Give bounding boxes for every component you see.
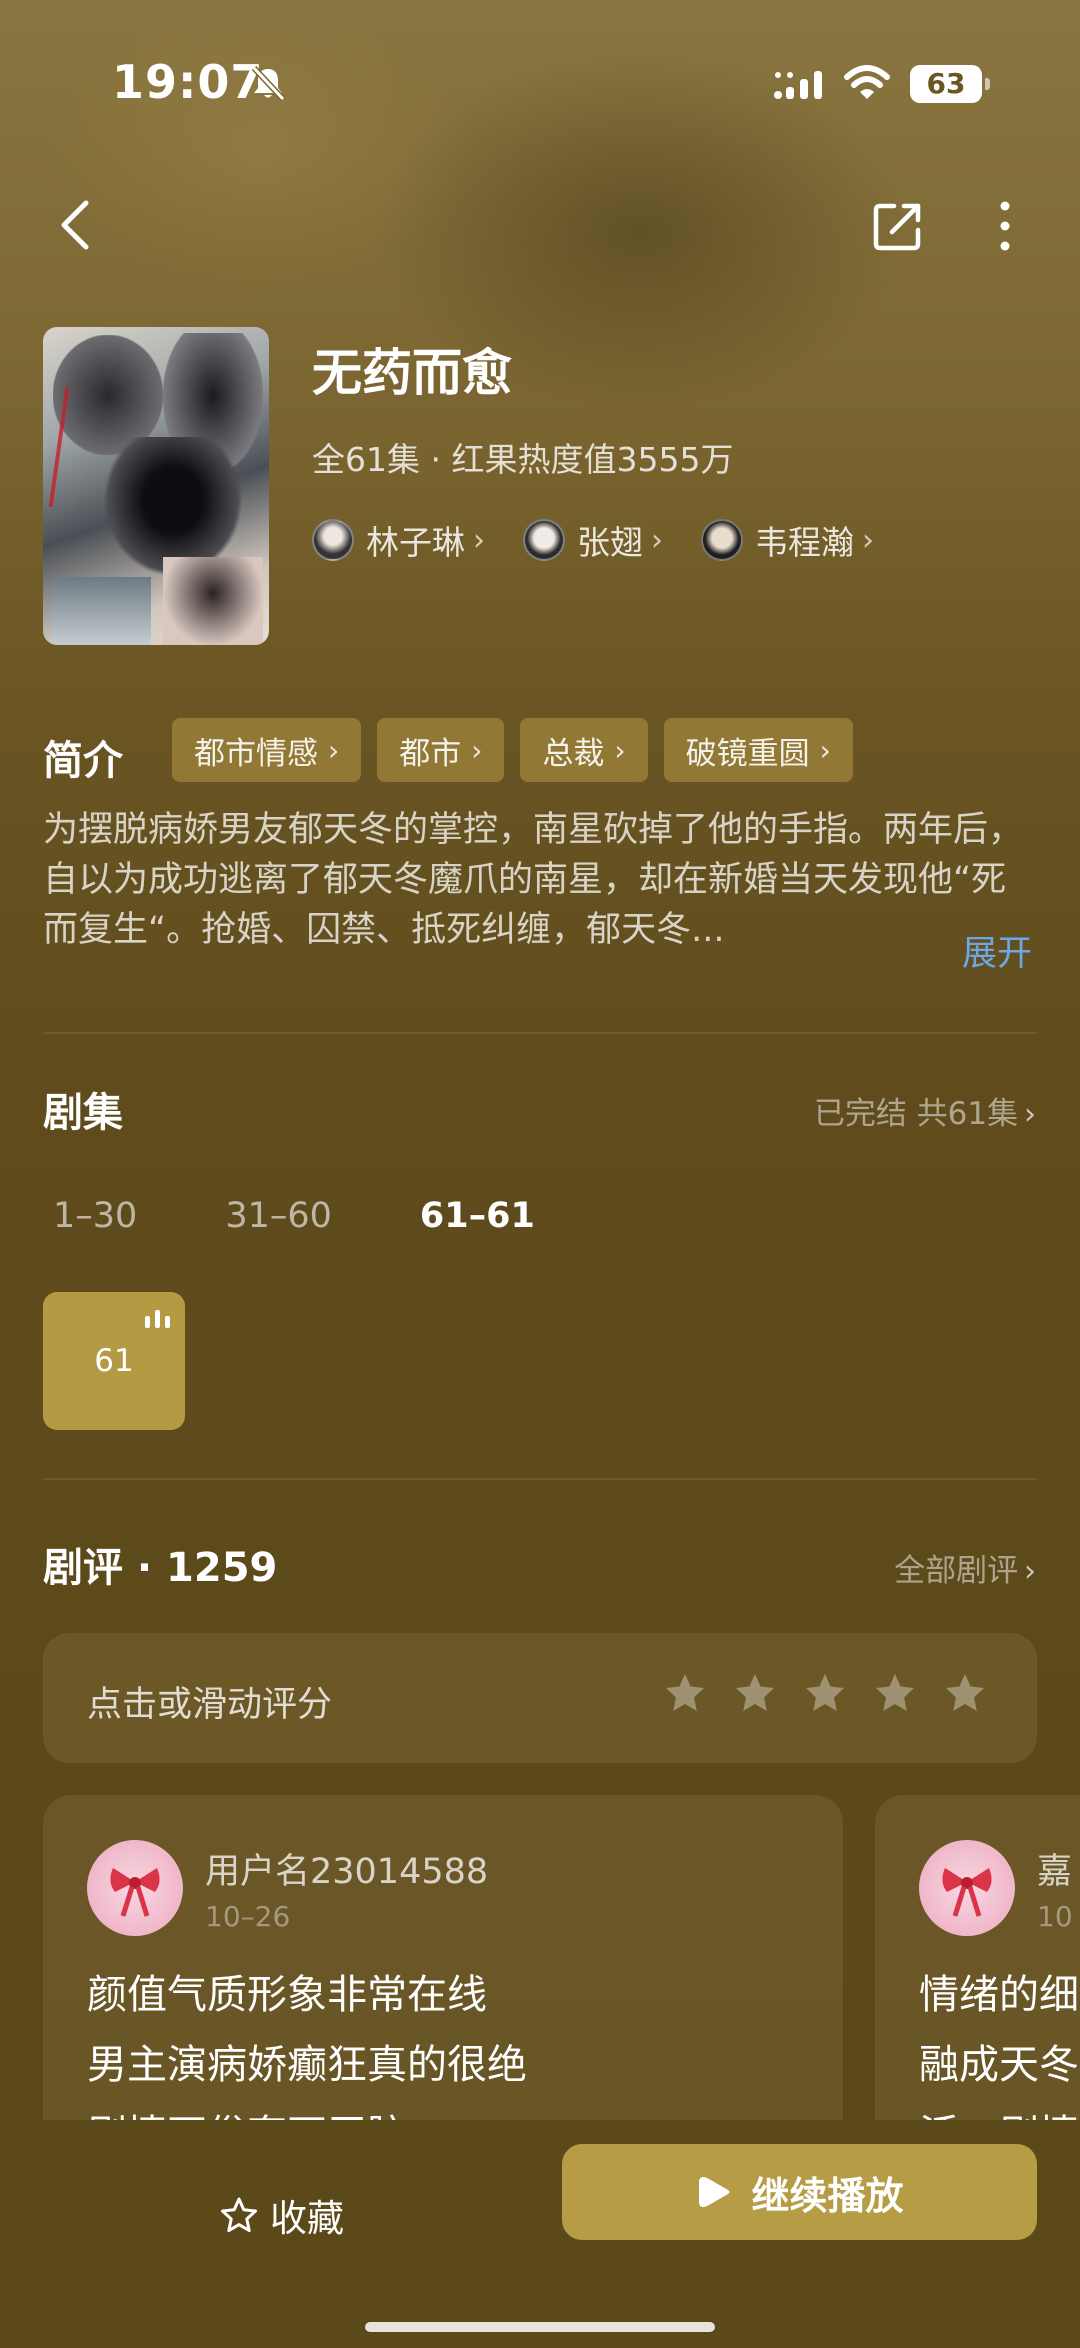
cast-item[interactable]: 林子琳 › [312, 515, 485, 565]
bow-icon [110, 1868, 160, 1917]
chevron-right-icon: › [471, 733, 483, 767]
avatar [701, 519, 743, 561]
review-username: 用户名23014588 [205, 1852, 489, 1892]
episode-cell[interactable]: 61 [43, 1292, 185, 1430]
divider [43, 1478, 1037, 1480]
star-icon[interactable] [943, 1671, 987, 1715]
chevron-right-icon: › [819, 733, 831, 767]
review-card[interactable]: 用户名23014588 10–26 颜值气质形象非常在线 男主演病娇癫狂真的很绝… [43, 1795, 843, 2125]
chevron-right-icon: › [473, 522, 485, 558]
play-icon [699, 2177, 730, 2207]
genre-tag[interactable]: 破镜重圆 › [663, 718, 853, 782]
genre-tag[interactable]: 都市 › [377, 718, 505, 782]
tag-label: 破镜重圆 [685, 735, 810, 772]
episode-range-tabs: 1–30 31–60 61–61 [53, 1196, 535, 1236]
episodes-status-link[interactable]: 已完结 共61集 › [814, 1088, 1036, 1133]
cast-item[interactable]: 张翅 › [523, 515, 663, 565]
cast-name: 张翅 [577, 523, 643, 562]
chevron-right-icon: › [862, 522, 874, 558]
drama-meta: 全61集 · 红果热度值3555万 [312, 440, 734, 479]
episode-number: 61 [94, 1343, 134, 1379]
synopsis-text: 为摆脱病娇男友郁天冬的掌控，南星砍掉了他的手指。两年后，自以为成功逃离了郁天冬魔… [43, 810, 1024, 950]
rating-box[interactable]: 点击或滑动评分 [43, 1633, 1037, 1763]
review-line: 颜值气质形象非常在线 [87, 1972, 487, 2018]
tab-episode-range-active[interactable]: 61–61 [420, 1196, 535, 1236]
genre-tags: 都市情感 › 都市 › 总裁 › 破镜重圆 › [172, 718, 853, 782]
divider [43, 1032, 1037, 1034]
poster-figure [51, 577, 151, 645]
star-outline-icon [221, 2197, 257, 2233]
all-reviews-link[interactable]: 全部剧评 › [894, 1545, 1036, 1590]
tag-label: 都市 [399, 735, 462, 772]
avatar [919, 1840, 1015, 1936]
chevron-right-icon: › [614, 733, 626, 767]
more-vertical-icon[interactable] [990, 198, 1020, 254]
battery-indicator: 63 [910, 65, 990, 103]
review-text: 情绪的细 融成天冬 活。剧情 [919, 1960, 1079, 2125]
review-card[interactable]: 嘉 10 情绪的细 融成天冬 活。剧情 [875, 1795, 1080, 2125]
rating-prompt: 点击或滑动评分 [87, 1685, 333, 1725]
back-arrow-icon[interactable] [50, 195, 100, 255]
cast-name: 林子琳 [366, 523, 465, 562]
review-line: 融成天冬 [919, 2042, 1079, 2088]
chevron-right-icon: › [651, 522, 663, 558]
playing-equalizer-icon [145, 1310, 170, 1328]
status-bar: 19:07 63 [0, 55, 1080, 115]
drama-detail-page: 19:07 63 无药而愈 全61集 · 红果热度值3555万 林子琳 › 张翅… [0, 0, 1080, 2348]
cast-name: 韦程瀚 [755, 523, 854, 562]
poster-figure [103, 437, 243, 577]
genre-tag[interactable]: 都市情感 › [172, 718, 362, 782]
star-icon[interactable] [803, 1671, 847, 1715]
poster-figure [163, 557, 263, 645]
review-text: 颜值气质形象非常在线 男主演病娇癫狂真的很绝 剧情不俗套不无脑 [87, 1960, 527, 2125]
genre-tag[interactable]: 总裁 › [520, 718, 648, 782]
status-time: 19:07 [112, 55, 264, 109]
home-indicator[interactable] [365, 2322, 715, 2332]
favorite-label: 收藏 [270, 2197, 344, 2240]
review-date: 10 [1037, 1900, 1073, 1933]
avatar [87, 1840, 183, 1936]
star-icon[interactable] [663, 1671, 707, 1715]
bottom-action-bar: 收藏 继续播放 [0, 2120, 1080, 2348]
review-username: 嘉 [1037, 1852, 1073, 1892]
star-icon[interactable] [733, 1671, 777, 1715]
intro-title: 简介 [43, 738, 123, 784]
avatar [312, 519, 354, 561]
tag-label: 都市情感 [194, 735, 318, 772]
favorite-button[interactable]: 收藏 [220, 2170, 344, 2260]
drama-poster[interactable] [43, 327, 269, 645]
tag-label: 总裁 [542, 735, 605, 772]
review-line: 男主演病娇癫狂真的很绝 [87, 2042, 527, 2088]
episodes-status: 已完结 共61集 [813, 1096, 1019, 1132]
review-date: 10–26 [205, 1900, 291, 1933]
share-icon[interactable] [870, 198, 926, 254]
wifi-icon [844, 65, 890, 99]
drama-title: 无药而愈 [312, 344, 512, 402]
expand-link[interactable]: 展开 [962, 925, 1032, 976]
avatar [523, 519, 565, 561]
bow-icon [942, 1868, 992, 1917]
cast-list: 林子琳 › 张翅 › 韦程瀚 › [312, 515, 874, 565]
tab-episode-range[interactable]: 31–60 [225, 1196, 332, 1236]
chevron-right-icon: › [328, 733, 340, 767]
star-rating[interactable] [663, 1671, 987, 1715]
cast-item[interactable]: 韦程瀚 › [701, 515, 874, 565]
continue-play-label: 继续播放 [751, 2173, 904, 2218]
cellular-signal-icon [774, 71, 822, 99]
star-icon[interactable] [873, 1671, 917, 1715]
continue-play-button[interactable]: 继续播放 [562, 2144, 1037, 2240]
episodes-title: 剧集 [43, 1090, 123, 1136]
bell-muted-icon [251, 65, 286, 102]
reviews-title: 剧评 · 1259 [43, 1545, 278, 1591]
review-line: 情绪的细 [919, 1972, 1079, 2018]
chevron-right-icon: › [1024, 1097, 1036, 1132]
all-reviews-label: 全部剧评 [894, 1553, 1019, 1589]
tab-episode-range[interactable]: 1–30 [53, 1196, 137, 1236]
chevron-right-icon: › [1024, 1554, 1036, 1589]
